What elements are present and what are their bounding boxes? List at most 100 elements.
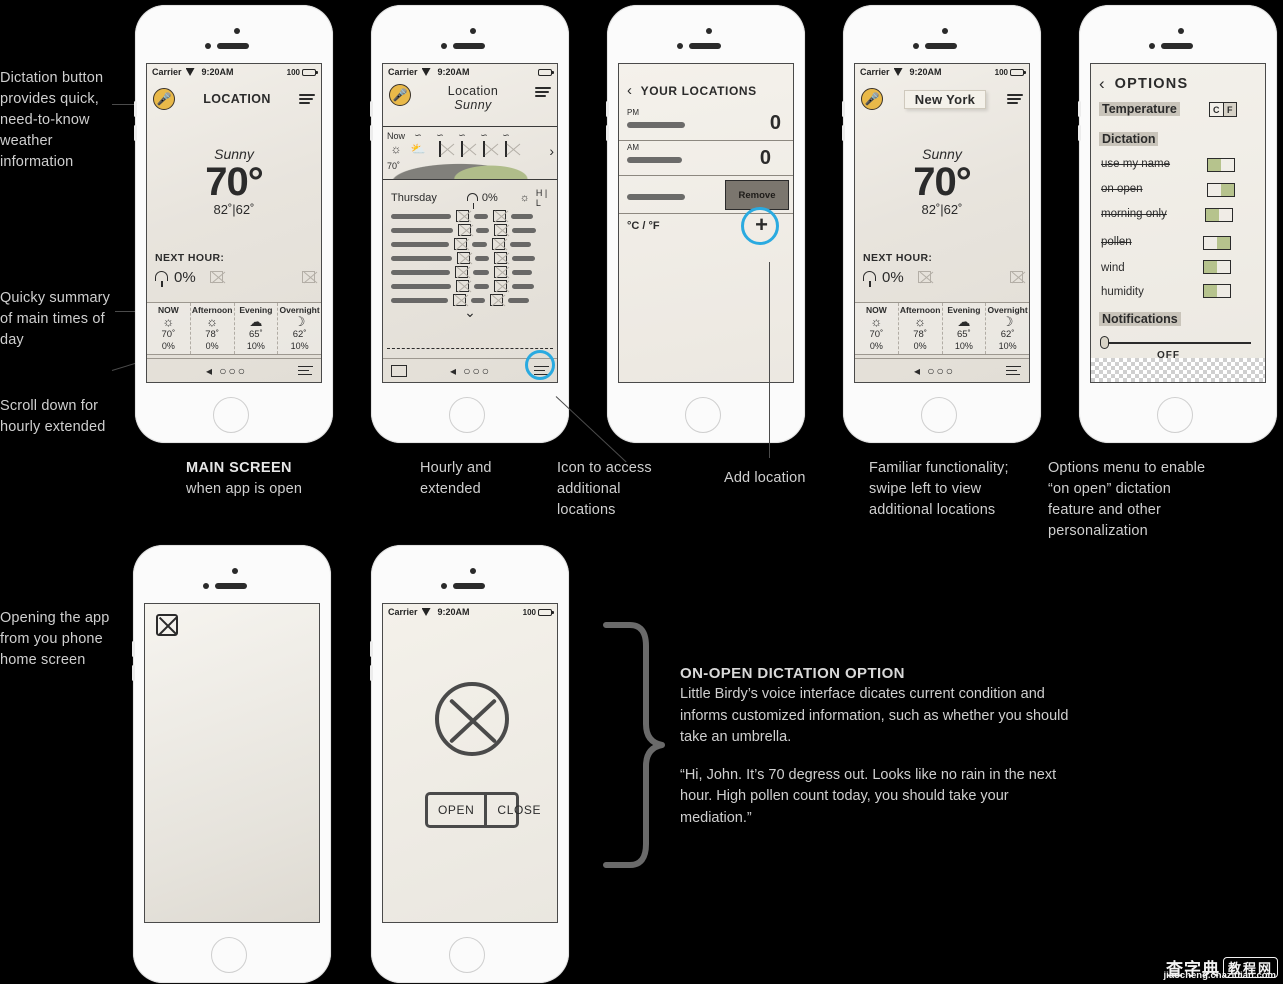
app-icon[interactable]	[156, 614, 178, 636]
summary-precip: 10%	[290, 341, 309, 351]
app-header-4: 🎤 New York	[855, 86, 1029, 112]
location-row-2[interactable]: AM 0	[619, 141, 793, 176]
open-button[interactable]: OPEN	[428, 795, 484, 825]
close-button[interactable]: CLOSE	[484, 795, 551, 825]
toggle-pollen[interactable]	[1203, 236, 1231, 250]
hamburger-icon[interactable]	[299, 94, 315, 104]
extended-row[interactable]	[383, 279, 557, 293]
list-icon[interactable]	[298, 365, 313, 376]
option-morning-only[interactable]: morning only	[1101, 208, 1167, 220]
notifications-slider-track[interactable]	[1103, 342, 1251, 344]
page-indicator-1[interactable]: ◂ ○○○	[155, 364, 298, 378]
open-close-buttons[interactable]: OPEN CLOSE	[425, 792, 541, 828]
status-bar-2: Carrier 9:20AM	[383, 64, 557, 80]
summary-col-now[interactable]: NOW ☼ 70˚ 0%	[147, 303, 191, 354]
phone-frame-7: Carrier 9:20AM 100 OPEN CLOSE	[369, 545, 569, 983]
location-title-4[interactable]: New York	[883, 89, 1007, 109]
toggle-morning-only[interactable]	[1205, 208, 1233, 222]
unit-celsius[interactable]: C	[1210, 103, 1223, 116]
volume-down-button-4[interactable]	[841, 125, 845, 141]
notifications-slider-knob[interactable]	[1100, 336, 1109, 349]
extended-row[interactable]	[383, 251, 557, 265]
scroll-chevron-icon[interactable]: ⌄	[383, 305, 557, 319]
app-header-1: 🎤 LOCATION	[147, 86, 321, 112]
volume-up-button-5[interactable]	[1077, 101, 1081, 117]
volume-down-button-1[interactable]	[133, 125, 137, 141]
microphone-icon[interactable]: 🎤	[389, 84, 411, 106]
hamburger-icon[interactable]	[1007, 94, 1023, 104]
home-button-3[interactable]	[685, 397, 721, 433]
extended-row[interactable]	[383, 209, 557, 223]
umbrella-icon-1	[155, 268, 170, 287]
summary-temp: 78˚	[913, 329, 927, 340]
unit-fahrenheit[interactable]: F	[1222, 103, 1236, 116]
summary-col-overnight[interactable]: Overnight ☽ 62˚ 10%	[986, 303, 1029, 354]
volume-up-button-3[interactable]	[605, 101, 609, 117]
volume-up-button-6[interactable]	[131, 641, 135, 657]
volume-down-button-2[interactable]	[369, 125, 373, 141]
volume-up-button-1[interactable]	[133, 101, 137, 117]
caption-main-screen-sub: when app is open	[186, 481, 303, 497]
volume-up-button-2[interactable]	[369, 101, 373, 117]
placeholder-box-b4	[1010, 271, 1023, 283]
summary-col-afternoon[interactable]: Afternoon ☼ 78˚ 0%	[899, 303, 943, 354]
remove-button[interactable]: Remove	[725, 180, 789, 210]
temperature-unit-toggle[interactable]: C F	[1209, 102, 1237, 117]
proximity-sensor-2	[441, 43, 447, 49]
page-indicator-2[interactable]: ◂ ○○○	[407, 364, 534, 378]
summary-col-overnight[interactable]: Overnight ☽ 62˚ 10%	[278, 303, 321, 354]
caption-add-location: Add location	[724, 470, 806, 486]
volume-down-button-6[interactable]	[131, 665, 135, 681]
volume-up-button-4[interactable]	[841, 101, 845, 117]
home-button-6[interactable]	[211, 937, 247, 973]
location-row-1[interactable]: PM 0	[619, 106, 793, 141]
microphone-icon[interactable]: 🎤	[861, 88, 883, 110]
home-button-1[interactable]	[213, 397, 249, 433]
option-pollen[interactable]: pollen	[1101, 236, 1132, 248]
summary-col-afternoon[interactable]: Afternoon ☼ 78˚ 0%	[191, 303, 235, 354]
summary-col-evening[interactable]: Evening ☁ 65˚ 10%	[235, 303, 279, 354]
toggle-wind[interactable]	[1203, 260, 1231, 274]
back-chevron-icon[interactable]: ‹	[1099, 74, 1105, 94]
hamburger-icon[interactable]	[535, 87, 551, 97]
edit-icon[interactable]	[391, 364, 407, 377]
extended-row[interactable]	[383, 265, 557, 279]
toggle-use-my-name[interactable]	[1207, 158, 1235, 172]
hourly-now-label: Now	[387, 130, 406, 141]
extended-row[interactable]	[383, 237, 557, 251]
summary-col-now[interactable]: NOW ☼ 70˚ 0%	[855, 303, 899, 354]
option-humidity[interactable]: humidity	[1101, 286, 1144, 298]
location-title-2[interactable]: Location Sunny	[411, 84, 535, 112]
home-button-4[interactable]	[921, 397, 957, 433]
home-button-7[interactable]	[449, 937, 485, 973]
home-button-2[interactable]	[449, 397, 485, 433]
volume-down-button-3[interactable]	[605, 125, 609, 141]
summary-col-evening[interactable]: Evening ☁ 65˚ 10%	[943, 303, 987, 354]
hourly-strip[interactable]: Now ∽ ∽ ∽ ∽ ∽ ☼ ⛅ 70˚ ›	[383, 126, 557, 180]
option-wind[interactable]: wind	[1101, 262, 1125, 274]
page-indicator-4[interactable]: ◂ ○○○	[863, 364, 1006, 378]
home-button-5[interactable]	[1157, 397, 1193, 433]
chevron-right-icon[interactable]: ›	[549, 143, 554, 159]
location-name-chip[interactable]: New York	[903, 89, 987, 109]
volume-up-button-7[interactable]	[369, 641, 373, 657]
annotation-quick-summary: Quicky summary of main times of day	[0, 290, 111, 348]
next-hour-label-1: NEXT HOUR:	[155, 252, 225, 264]
extended-row[interactable]	[383, 223, 557, 237]
list-icon[interactable]	[1006, 365, 1021, 376]
microphone-icon[interactable]: 🎤	[153, 88, 175, 110]
annotation-scroll-down: Scroll down for hourly extended	[0, 398, 106, 435]
watermark: 查字典 教程网 jiaocheng.chazidian.com	[1164, 955, 1278, 981]
summary-temp: 70˚	[869, 329, 884, 340]
location-title-1[interactable]: LOCATION	[175, 92, 299, 106]
toggle-humidity[interactable]	[1203, 284, 1231, 298]
option-use-my-name[interactable]: use my name	[1101, 158, 1170, 170]
back-chevron-icon[interactable]: ‹	[627, 82, 633, 99]
cloud-icon: ☁	[957, 314, 971, 329]
volume-down-button-5[interactable]	[1077, 125, 1081, 141]
front-camera-2	[470, 28, 476, 34]
unit-toggle-label[interactable]: °C / °F	[627, 220, 660, 232]
toggle-on-open[interactable]	[1207, 183, 1235, 197]
option-on-open[interactable]: on open	[1101, 183, 1143, 195]
volume-down-button-7[interactable]	[369, 665, 373, 681]
